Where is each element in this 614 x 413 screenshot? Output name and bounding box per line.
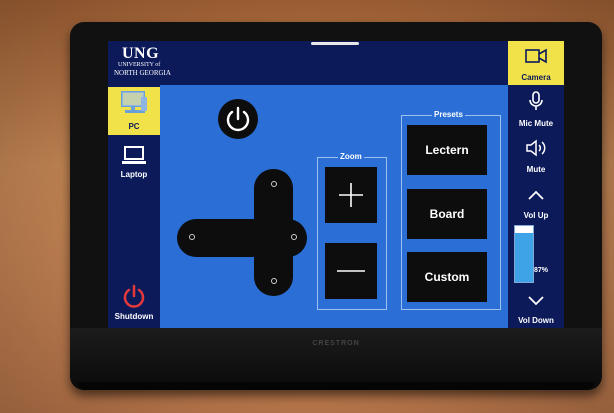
main-control-area: Zoom Presets Lectern Board Custom: [160, 85, 508, 328]
source-laptop-button[interactable]: Laptop: [108, 137, 160, 185]
plus-icon: [339, 183, 363, 207]
panel-stand: [78, 382, 594, 390]
projector-power-button[interactable]: [218, 99, 258, 139]
direction-pad-icon: [254, 219, 293, 257]
mic-mute-label: Mic Mute: [518, 119, 554, 128]
shutdown-button[interactable]: Shutdown: [108, 277, 160, 325]
vol-down-button[interactable]: Vol Down: [508, 284, 564, 328]
logo-ung: UNG: [122, 45, 160, 62]
touch-panel-base: CRESTRON: [70, 328, 602, 390]
volume-percent: 87%: [534, 267, 549, 274]
zoom-group: Zoom: [317, 152, 387, 310]
dpad-left-button[interactable]: [189, 234, 195, 240]
mic-mute-button[interactable]: Mic Mute: [508, 87, 564, 131]
source-pc-button[interactable]: PC: [108, 87, 160, 135]
chevron-down-icon: [528, 296, 544, 306]
volume-level-bar: [514, 225, 534, 283]
dpad-down-button[interactable]: [271, 278, 277, 284]
header: UNG UNIVERSITY of NORTH GEORGIA: [108, 41, 564, 85]
source-pc-label: PC: [128, 122, 140, 131]
laptop-icon: [122, 146, 146, 164]
dpad-up-button[interactable]: [271, 181, 277, 187]
camera-button[interactable]: Camera: [508, 41, 564, 85]
chevron-up-icon: [528, 190, 544, 200]
logo-subtitle-university: UNIVERSITY of: [118, 62, 161, 68]
microphone-icon: [529, 91, 543, 110]
camera-label: Camera: [521, 73, 551, 82]
screen-pull-tab[interactable]: [311, 42, 359, 45]
zoom-title: Zoom: [338, 152, 364, 161]
dpad-right-button[interactable]: [291, 234, 297, 240]
zoom-in-button[interactable]: [325, 167, 377, 223]
mute-label: Mute: [526, 165, 546, 174]
preset-custom-button[interactable]: Custom: [407, 252, 487, 302]
vol-down-label: Vol Down: [518, 316, 554, 325]
vol-up-button[interactable]: Vol Up: [508, 179, 564, 223]
volume-level-fill: [515, 233, 533, 282]
audio-sidebar: Camera Mic Mute Mute Vol Up 87% Vol Down: [508, 41, 564, 328]
touch-screen: UNG UNIVERSITY of NORTH GEORGIA PC Lapto…: [108, 41, 564, 328]
device-brand-label: CRESTRON: [312, 340, 360, 347]
minus-icon: [337, 270, 365, 272]
zoom-out-button[interactable]: [325, 243, 377, 299]
presets-group: Presets Lectern Board Custom: [401, 110, 501, 310]
preset-board-button[interactable]: Board: [407, 189, 487, 239]
mute-button[interactable]: Mute: [508, 133, 564, 177]
source-sidebar: PC Laptop Shutdown: [108, 85, 160, 328]
preset-lectern-button[interactable]: Lectern: [407, 125, 487, 175]
source-laptop-label: Laptop: [120, 170, 148, 179]
logo-subtitle-north-georgia: NORTH GEORGIA: [114, 69, 171, 77]
power-icon: [226, 106, 250, 132]
shutdown-label: Shutdown: [114, 312, 154, 321]
presets-title: Presets: [432, 110, 465, 119]
desktop-pc-icon: [121, 91, 147, 113]
speaker-icon: [526, 139, 546, 157]
vol-up-label: Vol Up: [523, 211, 549, 220]
camera-icon: [525, 48, 547, 64]
power-icon: [123, 284, 145, 308]
